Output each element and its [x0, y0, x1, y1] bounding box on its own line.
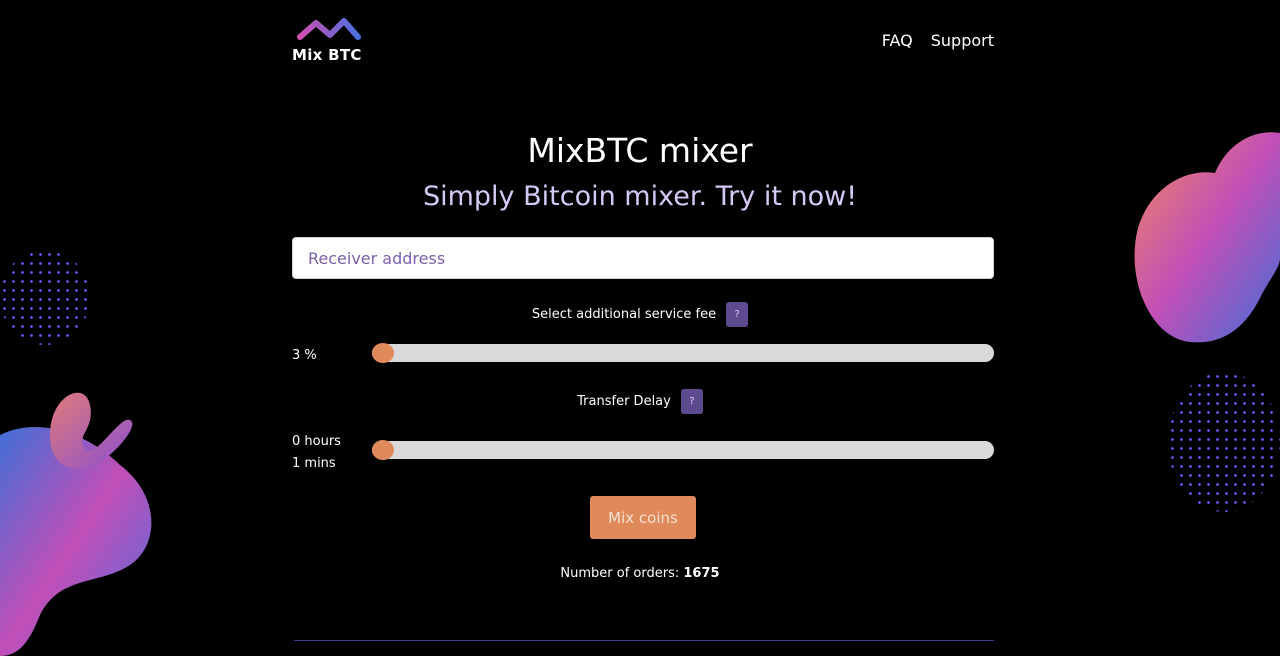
fee-slider-handle[interactable]: [372, 343, 394, 363]
left-dot-pattern: [0, 250, 90, 345]
delay-value: 0 hours 1 mins: [292, 431, 341, 475]
delay-hours: 0 hours: [292, 434, 341, 449]
delay-minutes: 1 mins: [292, 456, 336, 471]
left-blob-decoration: [0, 392, 152, 656]
fee-help-button[interactable]: ?: [726, 302, 749, 327]
page-title: MixBTC mixer: [527, 131, 753, 170]
logo-mark-icon: [297, 18, 361, 40]
page-subtitle: Simply Bitcoin mixer. Try it now!: [422, 181, 858, 212]
delay-slider[interactable]: [372, 440, 994, 460]
orders-stat: Number of orders: 1675: [0, 566, 1280, 581]
delay-label: Transfer Delay: [577, 394, 671, 409]
logo[interactable]: Mix BTC: [292, 17, 372, 67]
fee-value: 3 %: [292, 348, 317, 363]
fee-label-row: Select additional service fee?: [0, 302, 1280, 327]
fee-slider[interactable]: [372, 343, 994, 363]
logo-text: Mix BTC: [292, 46, 362, 64]
nav-link-support[interactable]: Support: [931, 31, 994, 50]
receiver-address-input[interactable]: [292, 237, 994, 279]
delay-help-button[interactable]: ?: [680, 389, 703, 414]
footer-divider: [294, 640, 994, 641]
fee-label: Select additional service fee: [531, 307, 717, 322]
delay-slider-handle[interactable]: [372, 440, 394, 460]
nav-link-faq[interactable]: FAQ: [882, 31, 913, 50]
delay-label-row: Transfer Delay?: [0, 389, 1280, 414]
orders-count: 1675: [683, 566, 720, 581]
orders-label: Number of orders:: [560, 566, 680, 581]
mix-coins-button[interactable]: Mix coins: [590, 496, 696, 539]
top-nav: FAQ Support: [882, 31, 994, 50]
